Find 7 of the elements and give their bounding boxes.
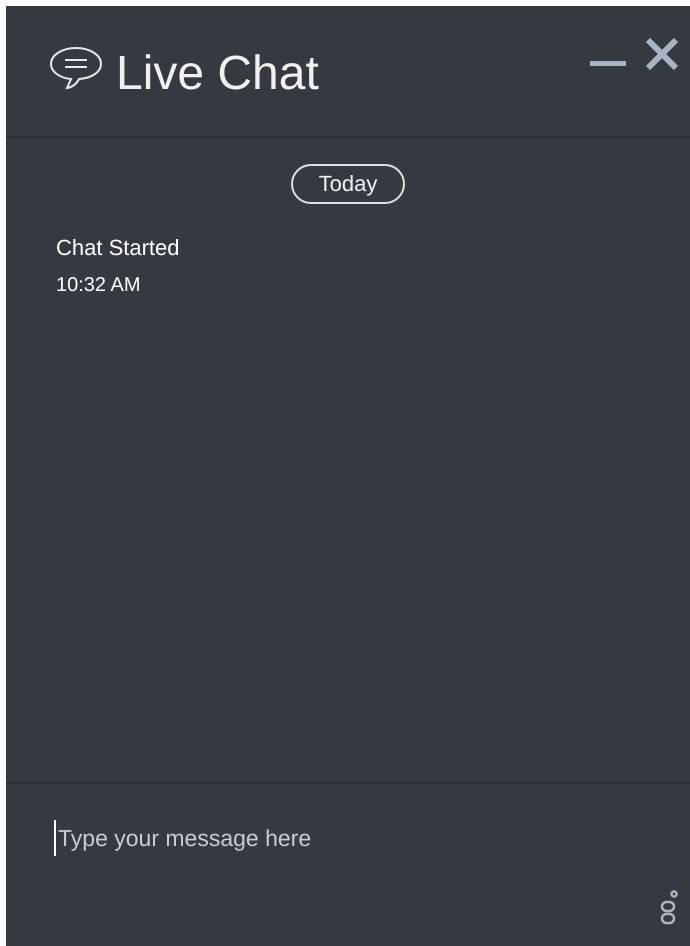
event-time: 10:32 AM: [56, 273, 142, 298]
window-title: Live Chat: [116, 50, 319, 98]
message-input[interactable]: Type your message here: [54, 820, 614, 856]
minimize-button[interactable]: [590, 58, 626, 68]
chat-bubble-icon: [48, 46, 104, 92]
logo-icon: [660, 890, 678, 926]
event-text: Chat Started: [56, 234, 181, 261]
